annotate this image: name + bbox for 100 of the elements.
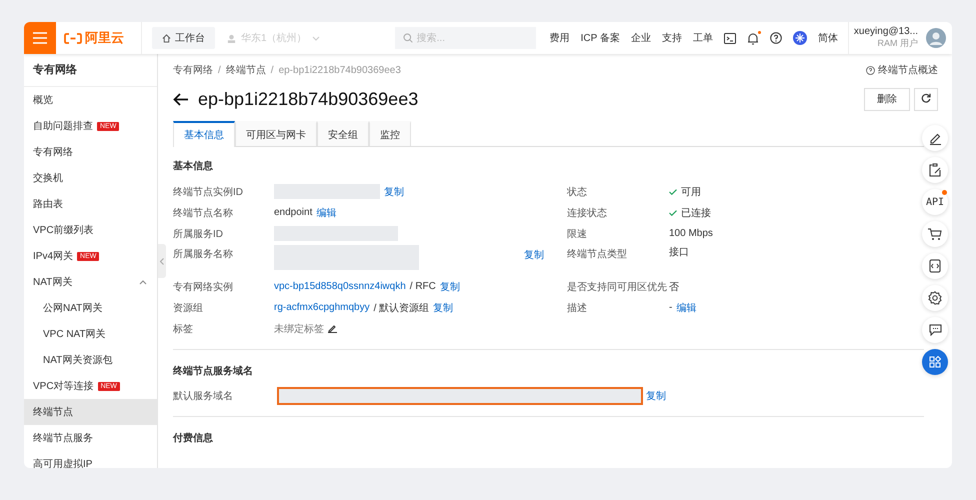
nav-link[interactable]: 企业 <box>630 31 651 45</box>
settings-tool-button[interactable] <box>922 285 948 311</box>
pencil-icon <box>928 132 942 144</box>
field-value: 否 <box>669 280 679 294</box>
pencil-icon[interactable] <box>328 324 337 333</box>
status-value: 已连接 <box>681 206 711 220</box>
sidebar-item[interactable]: 终端节点服务 <box>24 425 157 451</box>
nav-link[interactable]: 支持 <box>662 31 682 45</box>
clipboard-tool-button[interactable] <box>922 157 948 183</box>
nav-link[interactable]: 工单 <box>692 31 713 45</box>
nav-link[interactable]: ICP 备案 <box>580 31 620 45</box>
field-label: 连接状态 <box>567 206 607 220</box>
sidebar-item[interactable]: 路由表 <box>24 191 157 217</box>
terminal-icon[interactable] <box>724 32 736 44</box>
document-tool-button[interactable] <box>922 253 948 279</box>
tab[interactable]: 可用区与网卡 <box>235 121 317 146</box>
bell-icon[interactable] <box>746 32 759 44</box>
apps-tool-button[interactable] <box>922 349 948 375</box>
cart-icon <box>928 228 942 240</box>
sidebar-title: 专有网络 <box>24 54 157 87</box>
page-title: ep-bp1i2218b74b90369ee3 <box>198 88 420 110</box>
chevron-icon[interactable] <box>139 280 147 284</box>
field-label: 默认服务域名 <box>173 390 234 404</box>
person-icon <box>227 34 236 42</box>
back-arrow-icon[interactable] <box>173 92 189 106</box>
search-field[interactable]: 搜索... <box>394 27 536 49</box>
cart-tool-button[interactable] <box>922 221 948 247</box>
search-icon <box>402 33 413 43</box>
field-value: / 默认资源组 <box>374 302 430 314</box>
sidebar-item[interactable]: 概览 <box>24 87 157 113</box>
action-link[interactable]: 复制 <box>524 245 544 262</box>
language-link[interactable]: 简体 <box>818 31 838 45</box>
assistant-icon[interactable] <box>792 31 807 45</box>
action-link[interactable]: 复制 <box>384 184 404 198</box>
edit-tool-button[interactable] <box>922 125 948 151</box>
sidebar-item[interactable]: 交换机 <box>24 165 157 191</box>
field-value: / RFC <box>410 281 436 292</box>
sidebar-item[interactable]: 终端节点 <box>24 399 157 425</box>
sidebar-item[interactable]: NAT网关 <box>24 269 157 295</box>
field-label: 限速 <box>567 228 587 242</box>
breadcrumb-separator: / <box>270 64 274 76</box>
field-label: 所属服务名称 <box>173 248 233 262</box>
section-heading: 基本信息 <box>173 160 213 174</box>
check-icon <box>669 188 677 194</box>
field-label: 是否支持同可用区优先 <box>567 280 667 294</box>
tab[interactable]: 监控 <box>369 121 411 146</box>
resource-link[interactable]: vpc-bp15d858q0ssnnz4iwqkh <box>274 281 406 292</box>
menu-button[interactable] <box>24 22 56 54</box>
sidebar-subitem[interactable]: VPC NAT网关 <box>24 321 157 347</box>
field-value: endpoint <box>274 207 312 218</box>
settings-icon <box>928 291 942 305</box>
api-tool-button[interactable]: API <box>922 189 948 215</box>
field-value: 接口 <box>669 246 689 259</box>
action-link[interactable]: 复制 <box>646 389 666 403</box>
chevron-down-icon <box>312 36 320 40</box>
field-label: 标签 <box>173 322 193 336</box>
home-icon <box>162 34 171 42</box>
nav-link[interactable]: 费用 <box>550 31 570 45</box>
refresh-button[interactable] <box>914 88 938 110</box>
action-link[interactable]: 编辑 <box>316 206 336 220</box>
resource-link[interactable]: rg-acfmx6cpghmqbyy <box>274 302 370 313</box>
user-name[interactable]: xueying@13... <box>854 26 918 38</box>
help-link[interactable]: 终端节点概述 <box>866 63 938 77</box>
field-label: 专有网络实例 <box>173 280 233 294</box>
sidebar-item[interactable]: VPC前缀列表 <box>24 217 157 243</box>
delete-button[interactable]: 删除 <box>864 88 910 110</box>
menu-icon <box>33 32 47 44</box>
sidebar-subitem[interactable]: 公网NAT网关 <box>24 295 157 321</box>
tab[interactable]: 安全组 <box>317 121 369 146</box>
user-role: RAM 用户 <box>878 38 918 50</box>
field-label: 所属服务ID <box>173 228 223 242</box>
action-link[interactable]: 复制 <box>440 280 460 294</box>
field-value: 100 Mbps <box>669 228 713 239</box>
field-label: 终端节点名称 <box>173 206 233 220</box>
breadcrumb-link[interactable]: 专有网络 <box>173 63 213 77</box>
code-document-icon <box>929 259 941 273</box>
field-label: 终端节点实例ID <box>173 186 243 200</box>
status-value: 可用 <box>681 186 701 198</box>
sidebar-subitem[interactable]: NAT网关资源包 <box>24 347 157 373</box>
refresh-icon <box>921 92 931 102</box>
tab[interactable]: 基本信息 <box>173 121 235 147</box>
field-label: 描述 <box>567 302 587 316</box>
chevron-left-icon <box>160 258 164 264</box>
chat-icon <box>928 324 942 336</box>
help-icon <box>866 66 875 74</box>
chat-tool-button[interactable] <box>922 317 948 343</box>
help-icon[interactable] <box>770 32 782 44</box>
field-label: 终端节点类型 <box>567 248 627 262</box>
action-link[interactable]: 复制 <box>433 300 454 314</box>
workbench-button[interactable]: 工作台 <box>152 27 215 49</box>
field-label: 资源组 <box>173 302 203 316</box>
action-link[interactable]: 编辑 <box>676 300 696 314</box>
field-value: - <box>669 302 672 313</box>
clipboard-icon <box>928 163 942 177</box>
field-label: 状态 <box>567 186 587 200</box>
check-icon <box>669 210 677 216</box>
section-heading: 付费信息 <box>173 432 213 446</box>
sidebar-item[interactable]: 专有网络 <box>24 139 157 165</box>
collapse-handle[interactable] <box>158 244 166 278</box>
breadcrumb-link[interactable]: 终端节点 <box>226 63 266 77</box>
